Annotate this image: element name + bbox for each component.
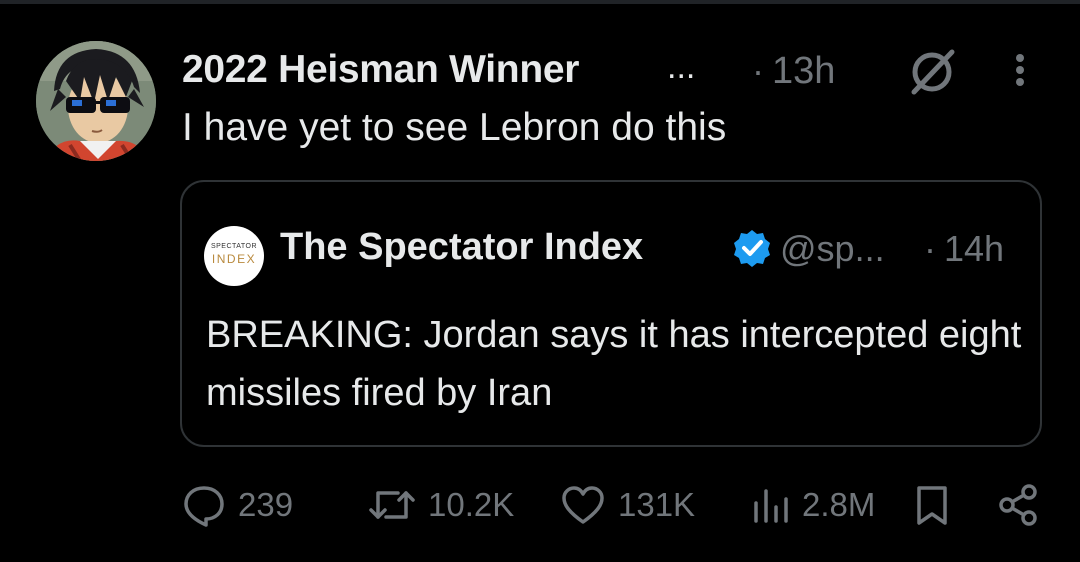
bookmark-button[interactable]: [914, 478, 950, 532]
name-truncation: ...: [667, 48, 696, 86]
share-icon: [999, 484, 1037, 526]
quote-author-name[interactable]: The Spectator Index: [280, 226, 643, 269]
reply-count: 239: [238, 486, 294, 523]
quote-author-avatar[interactable]: SPECTATOR INDEX: [204, 226, 264, 286]
vertical-ellipsis-icon[interactable]: [1008, 50, 1032, 90]
like-count: 131K: [618, 486, 696, 523]
quote-separator: ·: [924, 228, 936, 269]
verified-badge-icon: [734, 230, 770, 267]
top-divider: [0, 0, 1080, 4]
header-separator: ·: [752, 50, 764, 91]
quote-text: BREAKING: Jordan says it has intercepted…: [206, 314, 1022, 414]
quote-author-handle[interactable]: @sp...: [780, 228, 885, 270]
views-bar-chart-icon: [754, 489, 788, 523]
view-count: 2.8M: [802, 486, 876, 523]
tweet-timestamp[interactable]: 13h: [772, 50, 835, 93]
author-display-name[interactable]: 2022 Heisman Winner: [182, 48, 579, 92]
anime-character-avatar-icon: [36, 41, 156, 161]
reply-button[interactable]: 239: [182, 478, 293, 532]
reply-icon: [184, 486, 224, 527]
quote-timestamp[interactable]: 14h: [944, 228, 1004, 270]
bookmark-icon: [917, 486, 947, 525]
heart-icon: [562, 486, 604, 524]
repost-button[interactable]: 10.2K: [368, 478, 514, 532]
repost-count: 10.2K: [428, 486, 515, 523]
avatar-logo-line2: INDEX: [211, 252, 257, 266]
grok-icon[interactable]: [904, 44, 960, 100]
tweet-text: I have yet to see Lebron do this: [182, 106, 727, 149]
views-button[interactable]: 2.8M: [750, 478, 875, 532]
author-avatar[interactable]: [36, 41, 156, 161]
quoted-tweet-card[interactable]: SPECTATOR INDEX The Spectator Index @sp.…: [180, 180, 1042, 447]
like-button[interactable]: 131K: [560, 478, 695, 532]
tweet-action-bar: 239 10.2K 131K 2.8M: [0, 478, 1080, 532]
share-button[interactable]: [996, 478, 1040, 532]
repost-icon: [369, 491, 415, 519]
tweet-header: 2022 Heisman Winner ... · 13h: [182, 44, 1062, 96]
avatar-logo-line1: SPECTATOR: [210, 243, 258, 250]
